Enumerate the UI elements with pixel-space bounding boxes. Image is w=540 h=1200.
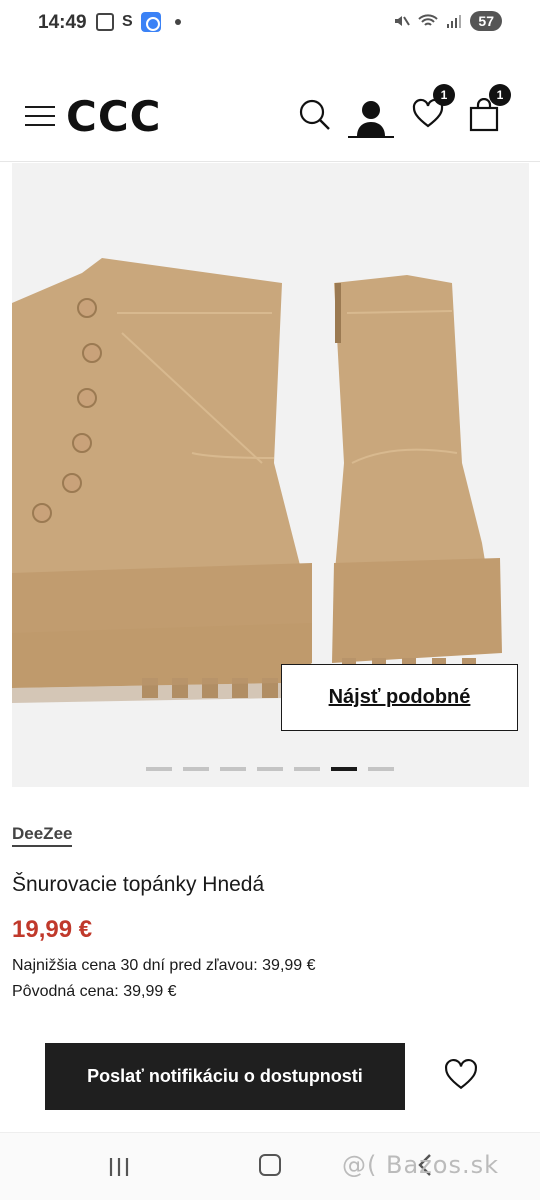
more-notifications-dot: [174, 19, 181, 25]
search-icon[interactable]: [298, 98, 332, 132]
gallery-dot[interactable]: [183, 767, 209, 771]
signal-icon: [447, 15, 462, 28]
gallery-dot[interactable]: [294, 767, 320, 771]
app-notification-icon: [140, 12, 161, 32]
gallery-dot-active[interactable]: [331, 767, 357, 771]
watermark-text: @( Bazos.sk: [342, 1151, 499, 1179]
lowest-price-info: Najnižšia cena 30 dní pred zľavou: 39,99…: [12, 957, 316, 974]
system-navigation-bar: @( Bazos.sk: [0, 1132, 540, 1200]
carrier-glyph: S: [122, 13, 133, 30]
gallery-dot[interactable]: [220, 767, 246, 771]
wishlist-count-badge: 1: [433, 84, 455, 106]
user-icon[interactable]: [348, 96, 394, 140]
battery-indicator: 57: [470, 11, 502, 31]
site-logo[interactable]: CCC: [66, 92, 161, 141]
find-similar-button[interactable]: Nájsť podobné: [281, 664, 518, 731]
product-price: 19,99 €: [12, 916, 93, 943]
status-notification-icons: S: [96, 12, 181, 32]
original-price-info: Pôvodná cena: 39,99 €: [12, 983, 177, 1000]
product-brand-link[interactable]: DeeZee: [12, 824, 73, 847]
recent-apps-icon[interactable]: [108, 1155, 132, 1179]
active-account-indicator: [348, 136, 394, 138]
gallery-dot[interactable]: [146, 767, 172, 771]
status-system-icons: 57: [392, 11, 502, 31]
hamburger-icon[interactable]: [25, 106, 55, 126]
status-time: 14:49: [38, 12, 87, 33]
wishlist-heart-icon[interactable]: [444, 1058, 478, 1092]
home-icon[interactable]: [259, 1154, 281, 1176]
mute-icon: [395, 16, 411, 26]
cart-count-badge: 1: [489, 84, 511, 106]
product-title: Šnurovacie topánky Hnedá: [12, 873, 265, 896]
wifi-icon: [418, 14, 439, 26]
gallery-dot[interactable]: [257, 767, 283, 771]
gallery-notification-icon: [96, 13, 114, 31]
notify-availability-button[interactable]: Poslať notifikáciu o dostupnosti: [45, 1043, 405, 1110]
gallery-pagination[interactable]: [146, 767, 394, 771]
site-header: CCC 1 1: [0, 70, 540, 162]
gallery-dot[interactable]: [368, 767, 394, 771]
status-bar: 14:49 S 57: [0, 0, 540, 48]
